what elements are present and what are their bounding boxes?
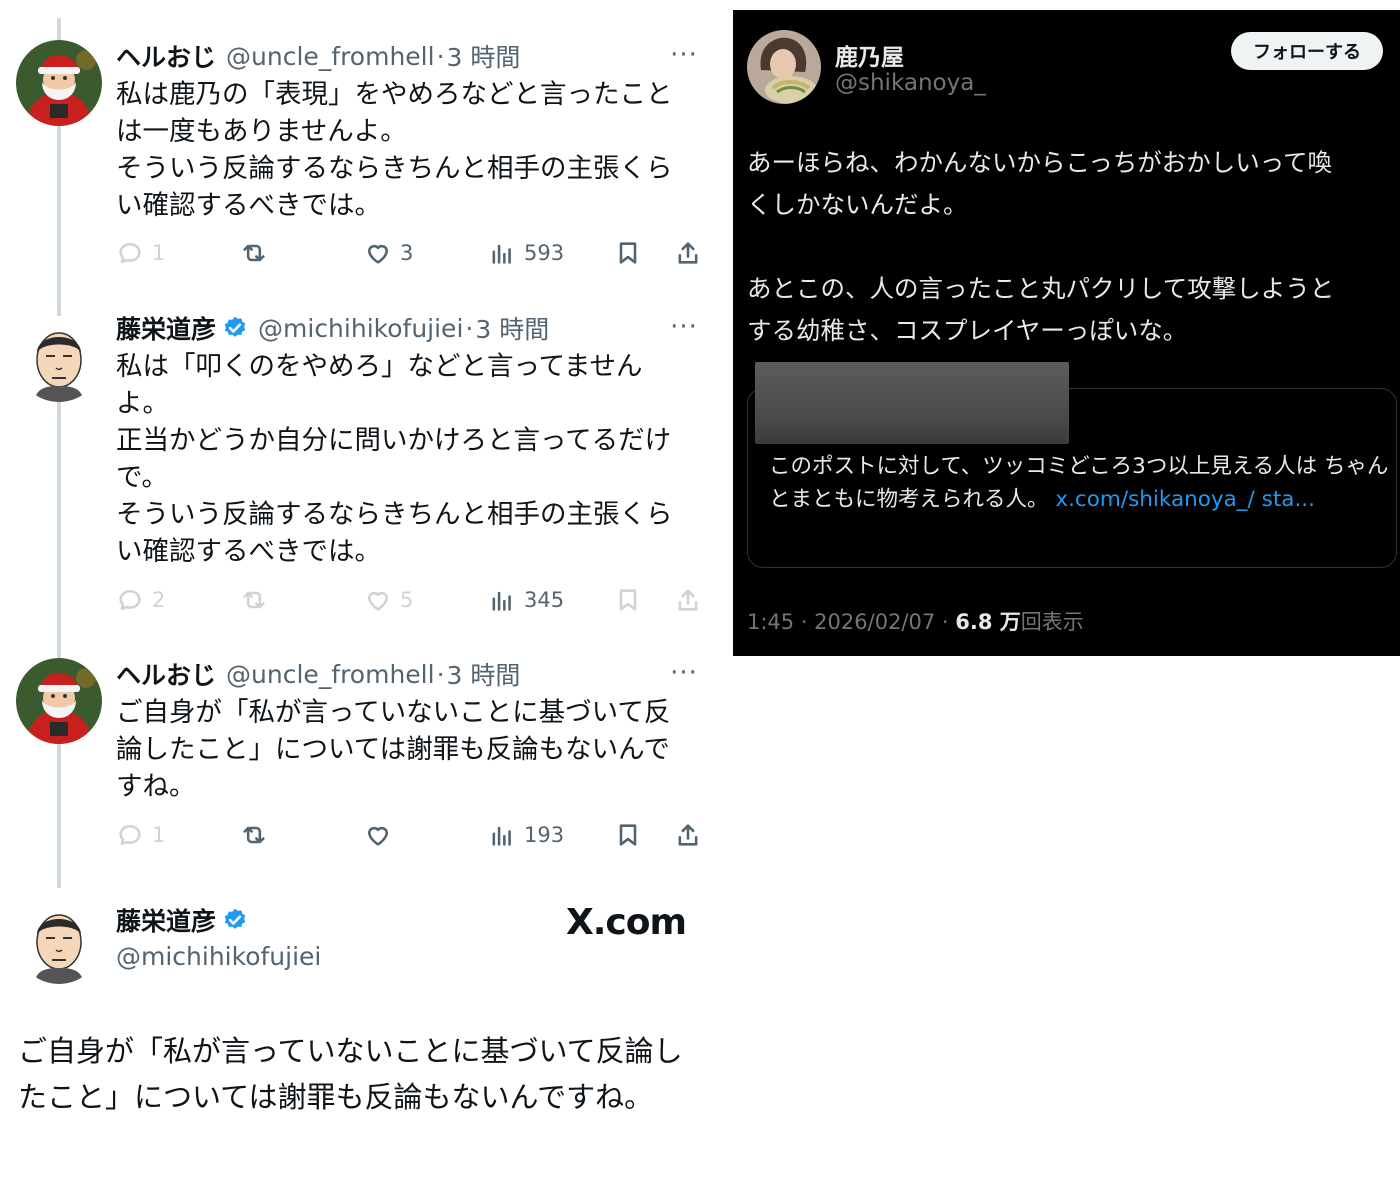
share-button[interactable] <box>674 818 702 852</box>
bookmark-button[interactable] <box>614 236 642 270</box>
quoted-post-image[interactable] <box>755 362 1069 444</box>
tweet-text: 私は「叩くのをやめろ」などと言ってません よ。 正当かどうか自分に問いかけろと言… <box>116 351 673 567</box>
retweet-button[interactable] <box>240 583 268 617</box>
card-author-name-text: 藤栄道彦 <box>116 907 217 936</box>
separator-dot: · <box>465 313 474 343</box>
dark-tweet-panel: 鹿乃屋 @shikanoya_ フォローする あーほらね、わかんないからこっちが… <box>733 10 1400 656</box>
bookmark-icon <box>619 824 637 846</box>
post-view-count: 6.8 万 <box>955 610 1021 634</box>
share-button[interactable] <box>674 583 702 617</box>
retweet-icon <box>243 591 265 609</box>
quoted-post-text: このポストに対して、ツッコミどころ3つ以上見える人は ちゃんとまともに物考えられ… <box>769 450 1389 516</box>
retweet-button[interactable] <box>240 236 268 270</box>
reply-icon <box>119 824 141 846</box>
share-button[interactable] <box>674 236 702 270</box>
card-author-handle[interactable]: @michihikofujiei <box>116 942 321 971</box>
more-options-icon[interactable]: ··· <box>666 312 702 344</box>
like-button[interactable] <box>364 818 392 852</box>
tweet-actions: 1 3 593 <box>116 236 706 270</box>
share-icon <box>678 824 698 846</box>
shikanoya-avatar[interactable] <box>747 30 821 104</box>
cartoon-man-avatar[interactable] <box>16 316 102 402</box>
author-handle[interactable]: @uncle_fromhell <box>226 42 435 71</box>
separator-dot: · <box>436 41 445 71</box>
heart-icon <box>367 591 389 611</box>
heart-icon <box>367 826 389 846</box>
tweet-actions: 2 5 345 <box>116 583 706 617</box>
author-name[interactable]: ヘルおじ <box>116 656 216 692</box>
tweet-header: 藤栄道彦 @michihikofujiei · 3 時間 <box>116 310 704 346</box>
share-icon <box>678 242 698 264</box>
post-timestamp[interactable]: 1:45 · 2026/02/07 · <box>747 610 955 634</box>
tweet-text: ご自身が「私が言っていないことに基づいて反 論したこと」については謝罪も反論もな… <box>116 697 671 802</box>
more-options-icon[interactable]: ··· <box>666 40 702 72</box>
reply-icon <box>119 589 141 611</box>
tweet-time[interactable]: 3 時間 <box>475 310 549 346</box>
retweet-icon <box>243 244 265 262</box>
santa-avatar[interactable] <box>16 40 102 126</box>
tweet-header: ヘルおじ @uncle_fromhell · 3 時間 <box>116 38 704 74</box>
reply-icon <box>119 242 141 264</box>
separator-dot: · <box>436 659 445 689</box>
card-tweet-text: ご自身が「私が言っていないことに基づいて反論したこと」については謝罪も反論もない… <box>18 1034 683 1114</box>
dark-author-name[interactable]: 鹿乃屋 <box>835 38 904 72</box>
author-handle[interactable]: @uncle_fromhell <box>226 660 435 689</box>
bookmark-icon <box>619 242 637 264</box>
like-count: 5 <box>400 588 414 612</box>
bookmark-icon <box>619 589 637 611</box>
author-name[interactable]: ヘルおじ <box>116 38 216 74</box>
reply-count: 1 <box>152 823 166 847</box>
author-handle[interactable]: @michihikofujiei <box>258 314 463 343</box>
like-count: 3 <box>400 241 414 265</box>
views-button[interactable]: 593 <box>488 236 564 270</box>
card-author-name[interactable]: 藤栄道彦 <box>116 902 248 938</box>
tweet-text: 私は鹿乃の「表現」をやめろなどと言ったこと は一度もありませんよ。 そういう反論… <box>116 79 673 221</box>
reply-button[interactable]: 1 <box>116 818 165 852</box>
share-icon <box>678 589 698 611</box>
bookmark-button[interactable] <box>614 583 642 617</box>
tweet-actions: 1 193 <box>116 818 706 852</box>
thread-connector-line <box>57 18 61 888</box>
heart-icon <box>367 244 389 264</box>
reply-button[interactable]: 2 <box>116 583 165 617</box>
reply-count: 2 <box>152 588 166 612</box>
tweet-time[interactable]: 3 時間 <box>447 656 521 692</box>
views-chart-icon <box>492 826 511 846</box>
quoted-post-link[interactable]: x.com/shikanoya_/ sta... <box>1055 487 1315 512</box>
santa-avatar[interactable] <box>16 658 102 744</box>
bookmark-button[interactable] <box>614 818 642 852</box>
views-button[interactable]: 345 <box>488 583 564 617</box>
more-options-icon[interactable]: ··· <box>666 658 702 690</box>
like-button[interactable]: 5 <box>364 583 413 617</box>
post-meta: 1:45 · 2026/02/07 · 6.8 万回表示 <box>747 606 1084 636</box>
dark-author-handle[interactable]: @shikanoya_ <box>835 70 986 96</box>
views-count: 593 <box>524 241 565 265</box>
follow-button[interactable]: フォローする <box>1231 32 1383 70</box>
post-view-label: 回表示 <box>1020 610 1084 634</box>
tweet-header: ヘルおじ @uncle_fromhell · 3 時間 <box>116 656 704 692</box>
views-chart-icon <box>492 591 511 611</box>
reply-count: 1 <box>152 241 166 265</box>
cartoon-man-avatar[interactable] <box>16 898 102 984</box>
views-chart-icon <box>492 244 511 264</box>
like-button[interactable]: 3 <box>364 236 413 270</box>
verified-badge-icon <box>224 908 246 929</box>
tweet-time[interactable]: 3 時間 <box>447 38 521 74</box>
views-button[interactable]: 193 <box>488 818 564 852</box>
reply-button[interactable]: 1 <box>116 236 165 270</box>
views-count: 345 <box>524 588 565 612</box>
x-com-logo: X.com <box>566 902 687 943</box>
retweet-icon <box>243 826 265 844</box>
retweet-button[interactable] <box>240 818 268 852</box>
dark-tweet-text: あーほらね、わかんないからこっちがおかしいって喚 くしかないんだよ。 あとこの、… <box>747 148 1335 345</box>
views-count: 193 <box>524 823 565 847</box>
author-name[interactable]: 藤栄道彦 <box>116 310 216 346</box>
verified-badge-icon <box>224 316 246 337</box>
